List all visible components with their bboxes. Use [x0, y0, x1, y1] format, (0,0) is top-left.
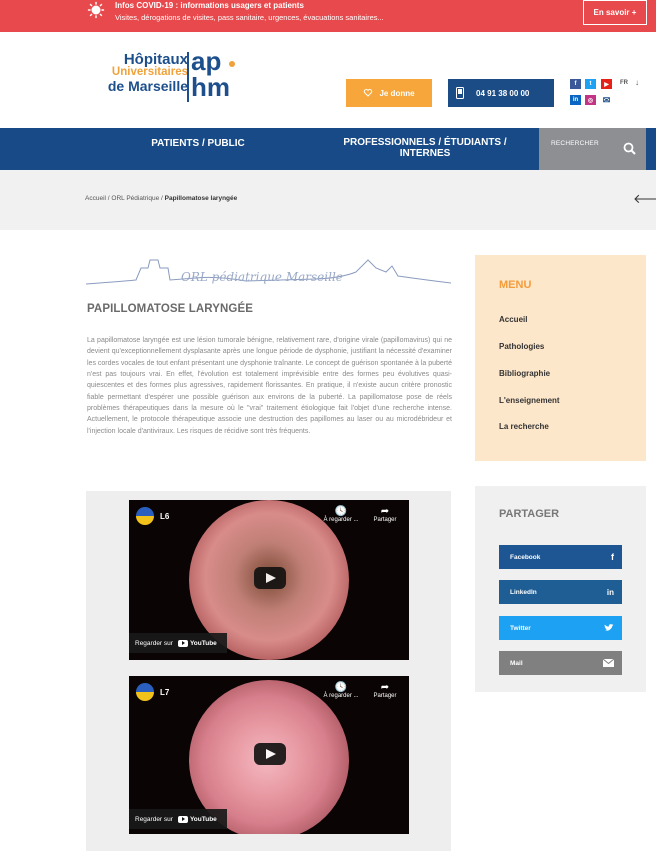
video-card: L6 🕓 À regarder ... ➦ Partager Regarder su… — [86, 491, 451, 667]
breadcrumb-current: Papillomatose laryngée — [164, 195, 238, 202]
watch-later-button[interactable]: 🕓 À regarder ... — [321, 506, 361, 523]
watch-later-label: À regarder ... — [323, 693, 359, 699]
watch-label: Regarder sur — [135, 815, 173, 823]
breadcrumb: Accueil / ORL Pédiatrique / Papillomatos… — [85, 195, 237, 202]
facebook-icon: f — [611, 552, 614, 562]
linkedin-icon[interactable]: in — [570, 95, 581, 105]
play-button[interactable] — [254, 567, 286, 589]
alert-more-button[interactable]: En savoir + — [583, 0, 647, 25]
video-player[interactable]: L7 🕓 À regarder ... ➦ Partager Regarder su… — [129, 676, 409, 834]
share-twitter-button[interactable]: Twitter — [499, 616, 622, 640]
logo-mark-top: ap — [191, 46, 222, 76]
youtube-label: YouTube — [189, 815, 217, 823]
logo-mark-bottom: hm — [191, 72, 230, 102]
youtube-logo: YouTube — [177, 815, 217, 823]
menu-item-accueil[interactable]: Accueil — [499, 315, 527, 324]
search-icon[interactable] — [623, 142, 636, 155]
menu-title: MENU — [499, 279, 532, 291]
share-linkedin-button[interactable]: LinkedIn in — [499, 580, 622, 604]
watch-later-label: À regarder ... — [323, 517, 359, 523]
donate-label: Je donne — [379, 88, 415, 98]
arrow-down-icon[interactable]: ↓ — [635, 78, 639, 87]
covid-alert-bar: Infos COVID-19 : informations usagers et… — [0, 0, 656, 32]
orl-marseille-banner: ORL pédiatrique Marseille — [86, 259, 451, 285]
phone-icon — [456, 87, 464, 99]
logo-line1: Hôpitaux — [123, 51, 188, 68]
breadcrumb-home[interactable]: Accueil — [85, 195, 106, 202]
article-body: La papillomatose laryngée est une lésion… — [87, 337, 452, 435]
menu-item-pathologies[interactable]: Pathologies — [499, 342, 544, 351]
share-arrow-icon: ➦ — [380, 506, 390, 517]
video-title[interactable]: L6 — [160, 512, 169, 521]
share-mail-label: Mail — [510, 659, 523, 667]
watch-later-button[interactable]: 🕓 À regarder ... — [321, 682, 361, 699]
watch-on-youtube[interactable]: Regarder sur YouTube — [129, 633, 227, 653]
alert-title[interactable]: Infos COVID-19 : informations usagers et… — [115, 1, 304, 10]
phone-button[interactable]: 04 91 38 00 00 — [448, 79, 554, 107]
video-title[interactable]: L7 — [160, 688, 169, 697]
share-linkedin-label: LinkedIn — [510, 588, 537, 596]
logo-divider — [187, 52, 189, 102]
share-label: Partager — [373, 693, 397, 699]
share-label: Partager — [373, 517, 397, 523]
nav-professionnels[interactable]: PROFESSIONNELS / ÉTUDIANTS / INTERNES — [318, 137, 532, 159]
share-twitter-label: Twitter — [510, 624, 531, 632]
share-facebook-label: Facebook — [510, 553, 541, 561]
youtube-icon[interactable]: ▶ — [601, 79, 612, 89]
page-title: PAPILLOMATOSE LARYNGÉE — [87, 303, 253, 315]
menu-item-enseignement[interactable]: L'enseignement — [499, 396, 560, 405]
site-header: Hôpitaux Universitaires de Marseille ap … — [0, 32, 656, 128]
virus-icon — [87, 1, 105, 19]
sidebar-menu: MENU Accueil Pathologies Bibliographie L… — [475, 255, 646, 461]
nav-patients[interactable]: PATIENTS / PUBLIC — [128, 128, 268, 158]
share-panel: PARTAGER Facebook f LinkedIn in Twitter Ma… — [475, 486, 646, 692]
heart-hand-icon — [364, 89, 373, 97]
youtube-logo: YouTube — [177, 639, 217, 647]
clock-icon: 🕓 — [334, 682, 348, 693]
search-box[interactable]: RECHERCHER — [539, 128, 646, 170]
menu-item-bibliographie[interactable]: Bibliographie — [499, 369, 550, 378]
back-arrow-icon[interactable]: 🡐 — [633, 191, 656, 207]
hospital-logo-text[interactable]: Hôpitaux Universitaires de Marseille — [93, 51, 188, 95]
menu-item-recherche[interactable]: La recherche — [499, 422, 549, 431]
facebook-icon[interactable]: f — [570, 79, 581, 89]
phone-number: 04 91 38 00 00 — [476, 88, 530, 98]
banner-script-text: ORL pédiatrique Marseille — [181, 270, 343, 284]
donate-button[interactable]: Je donne — [346, 79, 432, 107]
search-label: RECHERCHER — [551, 140, 599, 147]
channel-avatar[interactable] — [136, 683, 154, 701]
twitter-icon — [604, 624, 614, 631]
twitter-icon[interactable]: t — [585, 79, 596, 89]
video-card: L7 🕓 À regarder ... ➦ Partager Regarder su… — [86, 667, 451, 851]
breadcrumb-section[interactable]: ORL Pédiatrique — [111, 195, 159, 202]
share-title: PARTAGER — [499, 508, 560, 520]
logo-dot — [229, 61, 235, 67]
video-player[interactable]: L6 🕓 À regarder ... ➦ Partager Regarder su… — [129, 500, 409, 660]
youtube-icon — [177, 815, 188, 823]
linkedin-icon: in — [606, 587, 614, 597]
video-share-button[interactable]: ➦ Partager — [365, 682, 405, 699]
language-select[interactable]: FR — [620, 80, 628, 86]
share-facebook-button[interactable]: Facebook f — [499, 545, 622, 569]
alert-subtitle: Visites, dérogations de visites, pass sa… — [115, 13, 384, 22]
share-arrow-icon: ➦ — [380, 682, 390, 693]
youtube-icon — [177, 639, 188, 647]
share-mail-button[interactable]: Mail — [499, 651, 622, 675]
clock-icon: 🕓 — [334, 506, 348, 517]
play-button[interactable] — [254, 743, 286, 765]
mail-icon — [603, 659, 614, 667]
youtube-label: YouTube — [189, 639, 217, 647]
logo-line3: de Marseille — [107, 78, 188, 95]
aphm-logo-mark[interactable]: ap hm — [191, 48, 230, 100]
watch-label: Regarder sur — [135, 639, 173, 647]
video-share-button[interactable]: ➦ Partager — [365, 506, 405, 523]
mail-icon[interactable]: ✉ — [601, 95, 612, 105]
channel-avatar[interactable] — [136, 507, 154, 525]
instagram-icon[interactable]: ◎ — [585, 95, 596, 105]
main-nav: PATIENTS / PUBLIC PROFESSIONNELS / ÉTUDI… — [0, 128, 656, 170]
breadcrumb-bar: Accueil / ORL Pédiatrique / Papillomatos… — [0, 170, 656, 230]
watch-on-youtube[interactable]: Regarder sur YouTube — [129, 809, 227, 829]
